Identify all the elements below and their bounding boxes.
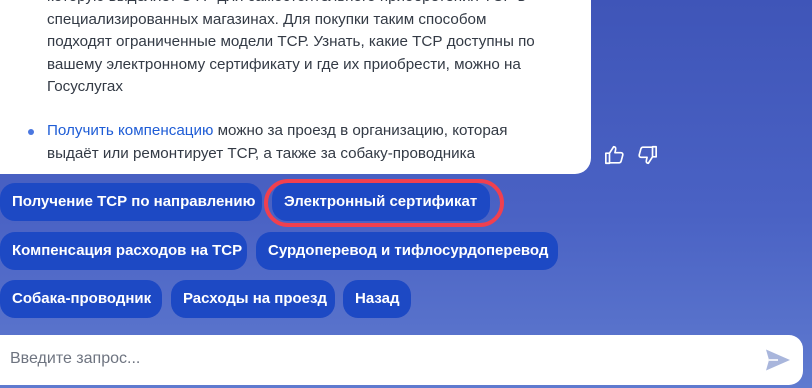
- chip-guide-dog[interactable]: Собака-проводник: [0, 280, 162, 318]
- bullet-text: Получить компенсацию можно за проезд в о…: [47, 120, 562, 165]
- message-line: Госуслугах: [47, 78, 123, 96]
- bullet-dot: [28, 129, 34, 135]
- bullet-line-text: можно за проезд в организацию, которая: [213, 122, 508, 139]
- message-line: специализированных магазинах. Для покупк…: [47, 10, 487, 28]
- chip-compensation[interactable]: Компенсация расходов на ТСР: [0, 232, 247, 270]
- input-placeholder: Введите запрос...: [10, 350, 141, 367]
- chat-message-bubble: которую выделяет СФР для самостоятельног…: [0, 0, 591, 174]
- message-line: подходят ограниченные модели ТСР. Узнать…: [47, 33, 535, 51]
- send-icon[interactable]: [765, 348, 791, 372]
- highlight-annotation: [264, 179, 504, 227]
- thumbs-up-icon[interactable]: [604, 144, 626, 166]
- chat-input[interactable]: Введите запрос...: [0, 335, 803, 385]
- bullet-line: выдаёт или ремонтирует ТСР, а также за с…: [47, 144, 476, 162]
- chip-sign-language[interactable]: Сурдоперевод и тифлосурдоперевод: [256, 232, 558, 270]
- message-line: вашему электронному сертификату и где их…: [47, 55, 521, 73]
- chip-travel-expenses[interactable]: Расходы на проезд: [171, 280, 335, 318]
- chip-tsr-by-referral[interactable]: Получение ТСР по направлению: [0, 183, 262, 221]
- message-paragraph: которую выделяет СФР для самостоятельног…: [47, 0, 567, 99]
- chip-back[interactable]: Назад: [343, 280, 411, 318]
- get-compensation-link[interactable]: Получить компенсацию: [47, 122, 213, 139]
- message-line: которую выделяет СФР для самостоятельног…: [47, 0, 567, 9]
- bullet-line: Получить компенсацию можно за проезд в о…: [47, 120, 562, 143]
- thumbs-down-icon[interactable]: [636, 144, 658, 166]
